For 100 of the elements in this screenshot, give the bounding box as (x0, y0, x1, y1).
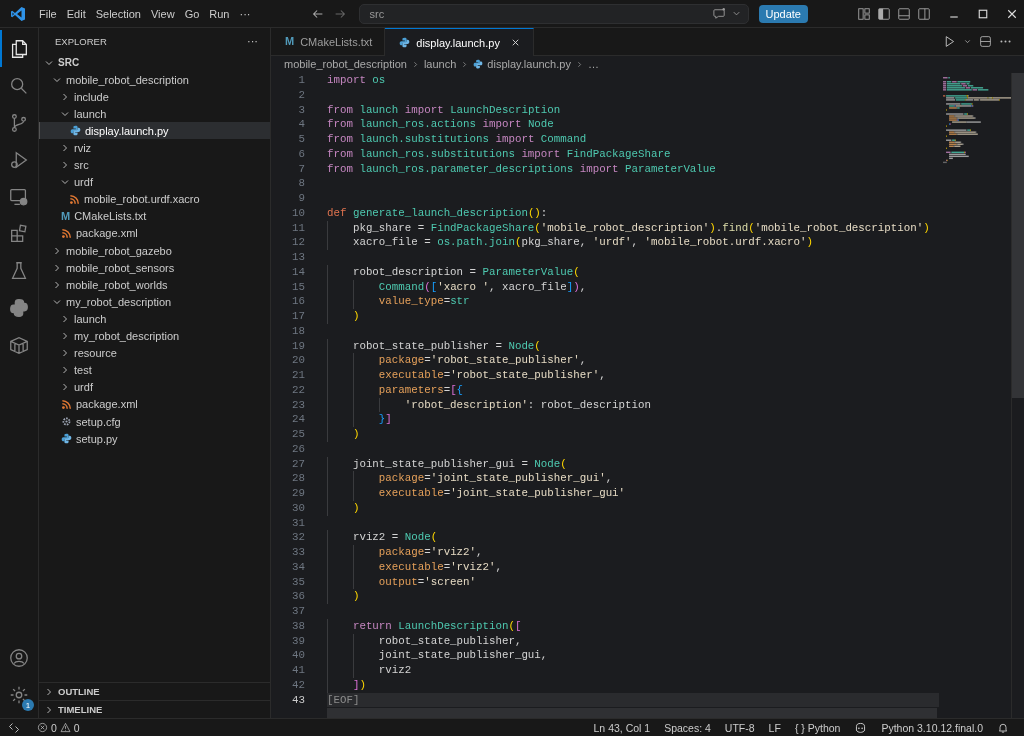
line-number: 37 (291, 604, 306, 619)
code-line: ) (351, 310, 360, 322)
tree-item[interactable]: rviz (39, 139, 270, 157)
code-line: executable='rviz2', (377, 560, 502, 573)
status-item[interactable]: Spaces: 4 (657, 721, 718, 734)
code-line: 'robot_description': robot_description (403, 398, 651, 411)
more-actions[interactable]: ··· (247, 35, 258, 47)
menu-item[interactable]: View (145, 7, 180, 20)
menu-item[interactable]: Edit (61, 7, 91, 20)
menu-item[interactable]: ··· (234, 7, 256, 20)
update-button[interactable]: Update (758, 4, 808, 23)
line-number: 32 (291, 530, 306, 545)
status-item[interactable]: UTF-8 (717, 721, 762, 734)
code-line: pkg_share = FindPackageShare('mobile_robot_description').find('mobile_robot_description') (351, 221, 930, 234)
line-number: 28 (291, 471, 306, 486)
line-number: 15 (291, 279, 306, 295)
code-line: package='joint_state_publisher_gui', (377, 472, 613, 485)
search-field[interactable]: src (358, 3, 749, 24)
tree-item[interactable]: urdf (39, 173, 270, 191)
line-number: 8 (297, 176, 306, 191)
tree-item[interactable]: package.xml (39, 224, 270, 243)
tree-item[interactable]: setup.py (39, 430, 270, 448)
error-icon (37, 722, 48, 733)
language-mode[interactable]: { } Python (787, 721, 848, 734)
panel-section-header[interactable]: OUTLINE (39, 682, 270, 700)
sidebar-toggle-icon[interactable] (877, 6, 891, 21)
code-line: executable='robot_state_publisher', (377, 369, 606, 381)
warning-icon (59, 722, 71, 733)
panel-section-header[interactable]: TIMELINE (39, 700, 270, 718)
code-line: from launch_ros.parameter_descriptions import ParameterValue (327, 162, 716, 175)
line-number: 33 (291, 545, 306, 560)
line-number: 22 (291, 382, 306, 398)
tree-item[interactable]: src (39, 156, 270, 174)
copilot-icon[interactable] (854, 721, 868, 734)
status-item[interactable]: Python 3.10.12.final.0 (874, 721, 990, 734)
line-number: 24 (291, 412, 306, 427)
layout-icon[interactable] (857, 6, 871, 21)
tree-item[interactable]: include (39, 88, 270, 106)
status-item[interactable]: LF (761, 721, 788, 734)
secondary-sidebar-icon[interactable] (917, 6, 931, 21)
settings-icon[interactable] (8, 684, 30, 706)
tree-item[interactable]: test (39, 361, 270, 379)
status-item[interactable]: Ln 43, Col 1 (586, 721, 658, 734)
line-number: 36 (291, 589, 306, 604)
python-icon (473, 59, 484, 69)
menu-item[interactable]: Selection (90, 7, 146, 20)
breadcrumb-item[interactable]: display.launch.py (473, 58, 571, 70)
breadcrumb-item[interactable]: launch (423, 58, 457, 70)
code-line: def generate_launch_description(): (327, 206, 548, 219)
menu-item[interactable]: Run (204, 7, 235, 20)
maximize-icon[interactable] (977, 7, 989, 20)
warning-count[interactable]: 0 (73, 721, 80, 734)
line-number: 42 (291, 677, 306, 693)
tree-item[interactable]: mobile_robot_sensors (39, 259, 270, 277)
menu-item[interactable]: Go (179, 7, 205, 20)
menu-item[interactable]: File (34, 7, 62, 20)
tree-item[interactable]: resource (39, 344, 270, 362)
breadcrumb-item[interactable]: … (587, 58, 599, 70)
tree-item[interactable]: my_robot_description (39, 327, 270, 345)
line-number: 29 (291, 486, 306, 501)
tree-item[interactable]: SRC (39, 54, 270, 72)
tree-item[interactable]: launch (39, 310, 270, 328)
tree-item[interactable]: my_robot_description (39, 293, 270, 311)
line-number: 7 (297, 161, 306, 177)
tree-item[interactable]: launch (39, 105, 270, 123)
line-number: 38 (291, 618, 306, 634)
horizontal-scrollbar[interactable] (327, 708, 937, 718)
code-line: from launch_ros.actions import Node (327, 118, 554, 131)
tree-item[interactable]: mobile_robot_description (39, 71, 270, 89)
line-number: 3 (297, 102, 306, 118)
code-line: robot_description = ParameterValue( (351, 265, 580, 278)
line-number: 5 (297, 132, 306, 147)
tree-item[interactable]: mobile_robot_gazebo (39, 242, 270, 260)
remote-icon[interactable] (8, 721, 20, 734)
python-icon (61, 433, 72, 445)
bell-icon[interactable] (997, 721, 1009, 734)
scrollbar-thumb[interactable] (1012, 73, 1024, 398)
tree-item[interactable]: package.xml (39, 395, 270, 413)
chevron-down-icon[interactable] (963, 37, 972, 46)
tree-item[interactable]: mobile_robot_worlds (39, 276, 270, 294)
tree-item[interactable]: setup.cfg (39, 412, 270, 431)
error-count[interactable]: 0 (51, 721, 57, 734)
close-icon[interactable] (1006, 7, 1018, 20)
run-icon[interactable] (943, 35, 956, 48)
line-number: 6 (297, 146, 306, 162)
tree-item[interactable]: mobile_robot.urdf.xacro (39, 190, 270, 208)
chat-sparkle-icon[interactable] (711, 6, 727, 21)
breadcrumb-item[interactable]: mobile_robot_description (284, 58, 407, 70)
tree-item[interactable]: urdf (39, 378, 270, 396)
code-line: value_type=str (377, 295, 470, 308)
account-icon[interactable] (8, 647, 30, 669)
chevron-right-icon (460, 59, 470, 69)
editor-tab[interactable]: display.launch.py (385, 28, 534, 56)
line-number: 19 (291, 338, 306, 354)
gear-icon (61, 416, 72, 427)
split-editor-icon[interactable] (979, 35, 992, 48)
panel-toggle-icon[interactable] (897, 6, 911, 21)
tree-item[interactable]: M CMakeLists.txt (39, 207, 270, 225)
line-number: 12 (291, 235, 306, 250)
tree-item[interactable]: display.launch.py (39, 122, 270, 140)
